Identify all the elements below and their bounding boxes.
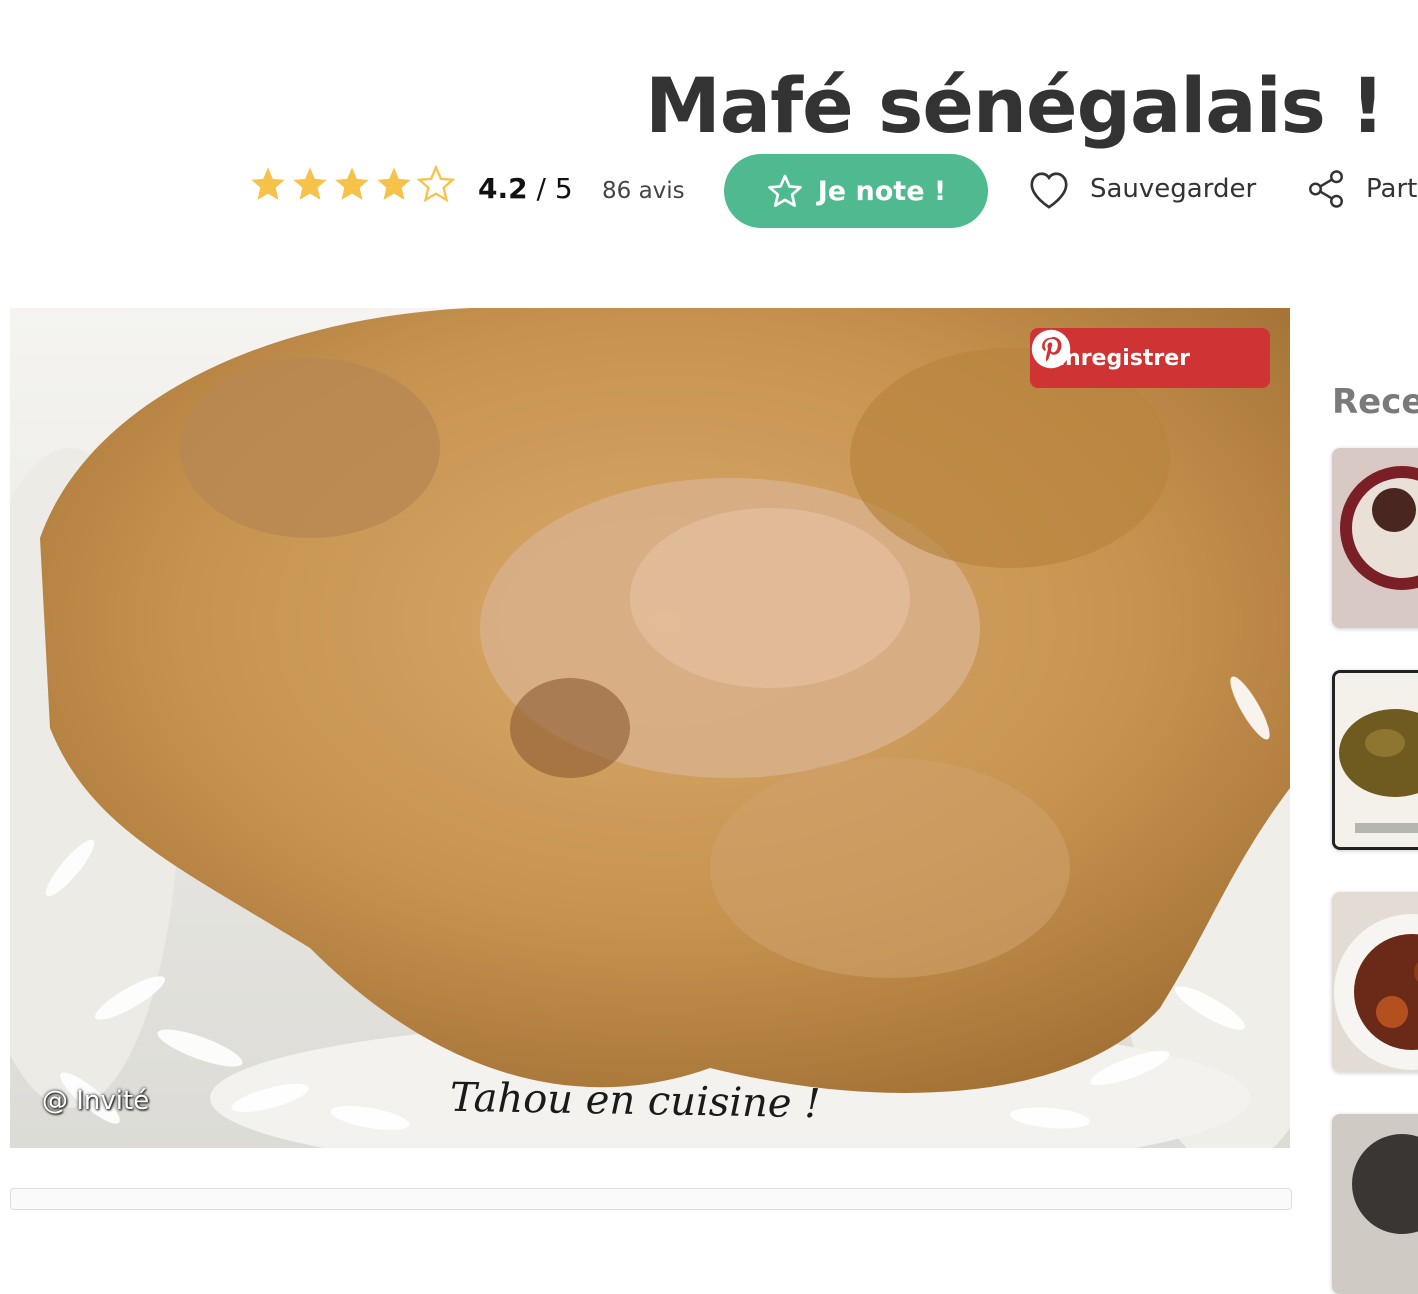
- photo-watermark: Tahou en cuisine !: [449, 1074, 821, 1128]
- star-full-icon: [377, 167, 411, 200]
- share-button[interactable]: Part: [1304, 168, 1417, 210]
- save-button-label: Sauvegarder: [1090, 174, 1257, 204]
- rate-button-label: Je note !: [817, 175, 947, 207]
- heart-icon: [1030, 172, 1068, 209]
- rate-button[interactable]: Je note !: [724, 154, 988, 228]
- share-icon: [1309, 170, 1343, 208]
- photo-credit: @ Invité: [42, 1086, 150, 1116]
- pinterest-icon: [1031, 329, 1071, 369]
- recipe-title: Mafé sénégalais !: [645, 60, 1385, 150]
- star-full-icon: [293, 167, 327, 200]
- recipe-photo: Enregistrer @ Invité Tahou en cuisine !: [10, 308, 1290, 1148]
- recipe-thumbnail-image: [1332, 892, 1418, 1072]
- dish-image: [10, 308, 1290, 1148]
- rating-stars: [248, 164, 456, 204]
- save-button[interactable]: Sauvegarder: [1026, 168, 1256, 210]
- related-recipe-thumb[interactable]: [1332, 448, 1418, 628]
- review-count: 86 avis: [602, 178, 685, 204]
- rating-row: 4.2 / 5 86 avis Je note ! Sauvegarder Pa…: [0, 150, 1418, 230]
- related-recipe-thumb[interactable]: [1332, 892, 1418, 1072]
- star-outline-icon: [767, 174, 802, 207]
- rating-max: / 5: [527, 172, 573, 205]
- star-full-icon: [251, 167, 285, 200]
- rating-score: 4.2 / 5: [478, 172, 573, 205]
- related-recipe-thumb[interactable]: [1332, 1114, 1418, 1294]
- share-button-label: Part: [1366, 174, 1418, 204]
- recipe-thumbnail-image: [1332, 448, 1418, 628]
- rating-value: 4.2: [478, 172, 528, 205]
- related-recipe-thumb[interactable]: [1332, 670, 1418, 850]
- recipe-thumbnail-image: [1332, 1114, 1418, 1294]
- star-full-icon: [335, 167, 369, 200]
- recipe-thumbnail-image: [1335, 673, 1418, 847]
- content-card: [10, 1188, 1292, 1210]
- sidebar-heading: Rece: [1332, 382, 1418, 422]
- pinterest-save-button[interactable]: Enregistrer: [1030, 328, 1270, 388]
- star-empty-icon: [416, 164, 456, 203]
